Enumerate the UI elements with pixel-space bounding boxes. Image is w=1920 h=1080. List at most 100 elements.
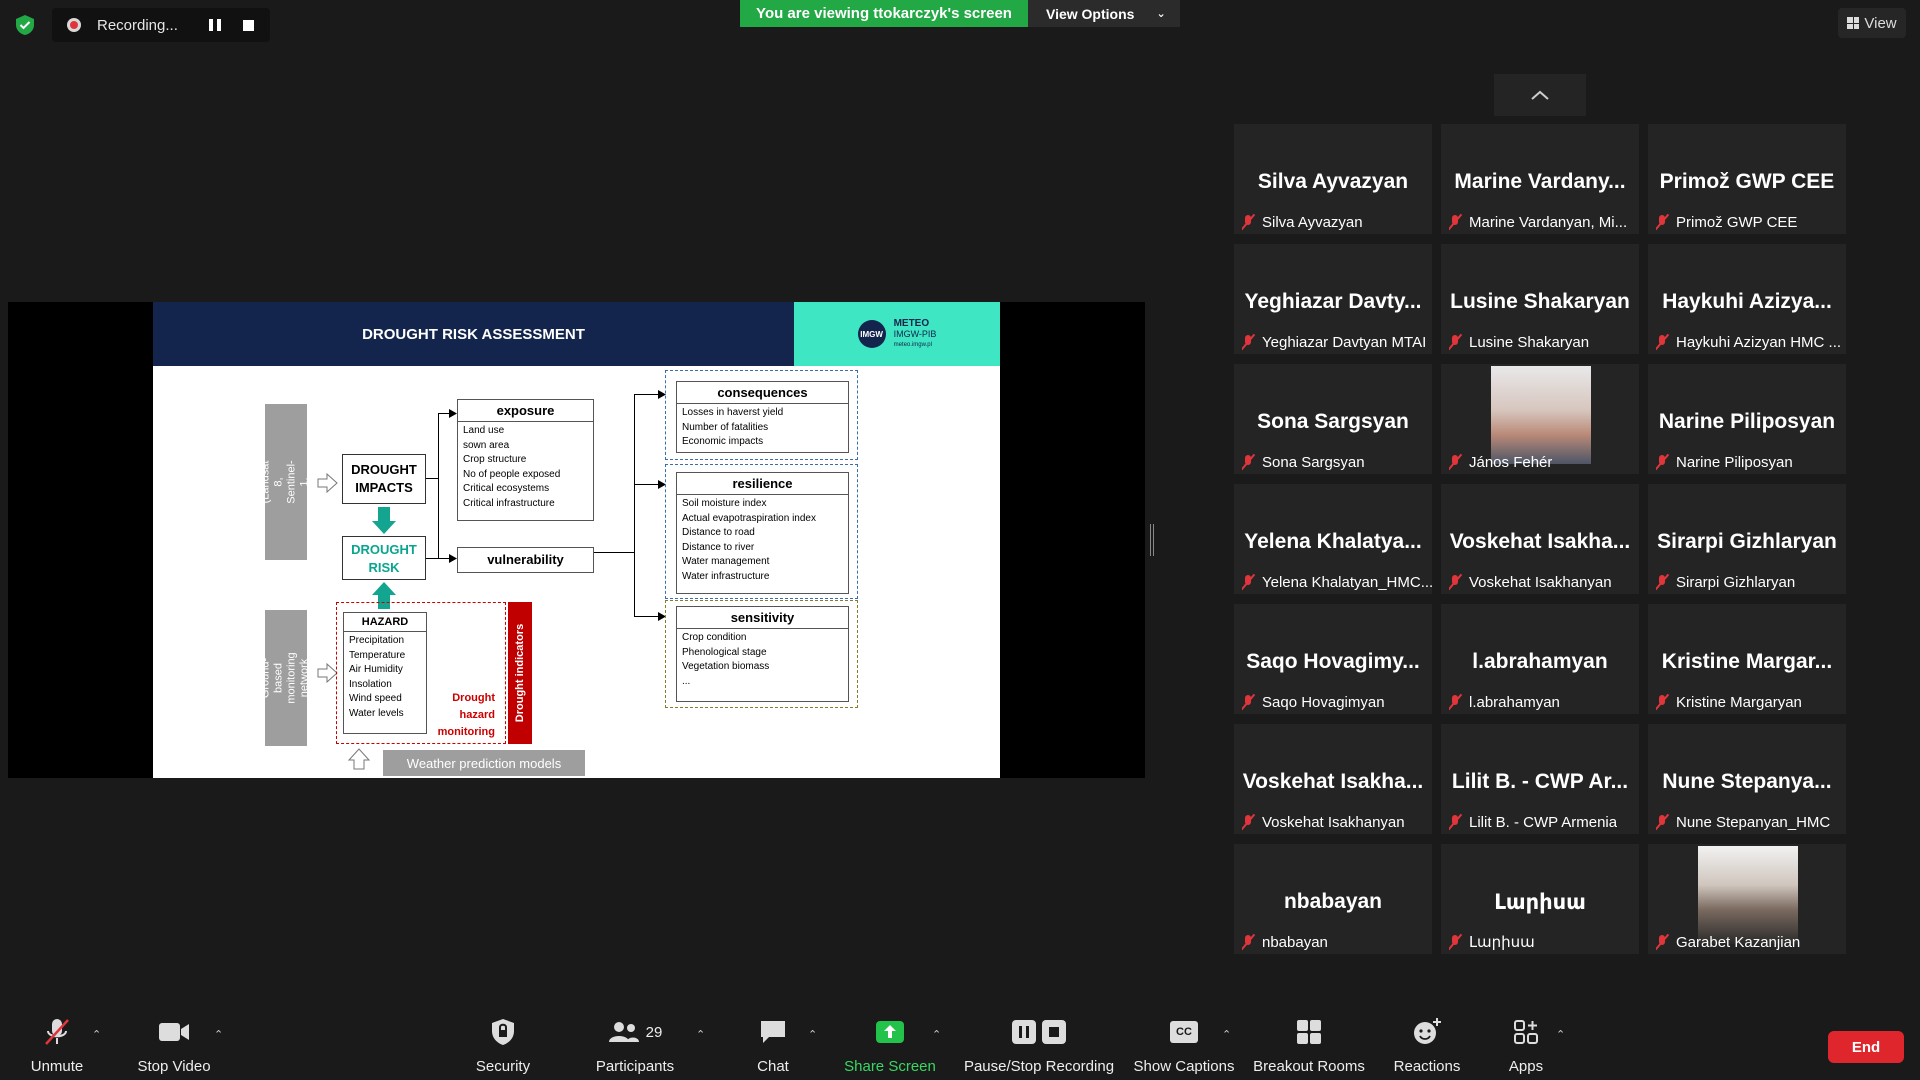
list-item: Crop structure: [463, 454, 527, 466]
participant-tile[interactable]: Lusine Shakaryan Lusine Shakaryan: [1441, 244, 1639, 354]
participant-display-name: Nune Stepanya...: [1662, 770, 1832, 793]
participant-display-name: Lusine Shakaryan: [1450, 290, 1630, 313]
video-options-caret[interactable]: ⌃: [214, 1028, 223, 1041]
participant-name-label: Voskehat Isakhanyan: [1242, 810, 1405, 834]
list-item: Phenological stage: [682, 646, 767, 658]
participant-name-label: Primož GWP CEE: [1656, 210, 1797, 234]
pause-recording-icon[interactable]: [209, 19, 221, 31]
list-item: ...: [682, 675, 691, 687]
pause-stop-recording-button[interactable]: Pause/Stop Recording: [962, 1014, 1116, 1078]
participants-options-caret[interactable]: ⌃: [696, 1028, 705, 1041]
participant-tile[interactable]: Voskehat Isakha... Voskehat Isakhanyan: [1234, 724, 1432, 834]
participant-tile[interactable]: Marine Vardany... Marine Vardanyan, Mi...: [1441, 124, 1639, 234]
view-options-label: View Options: [1046, 5, 1135, 22]
muted-mic-icon: [1449, 934, 1461, 950]
weather-prediction-models-box: Weather prediction models: [383, 750, 585, 776]
participant-name-label: Lilit B. - CWP Armenia: [1449, 810, 1617, 834]
list-item: Water management: [682, 556, 770, 568]
list-item: Soil moisture index: [682, 498, 767, 509]
presentation-slide: DROUGHT RISK ASSESSMENT IMGW METEO IMGW-…: [153, 302, 1000, 778]
list-item: sown area: [463, 439, 510, 451]
show-captions-button[interactable]: CC Show Captions: [1134, 1014, 1234, 1078]
breakout-rooms-button[interactable]: Breakout Rooms: [1253, 1014, 1365, 1078]
participant-display-name: Sona Sargsyan: [1257, 410, 1409, 433]
chat-bubble-icon: [759, 1014, 787, 1050]
list-item: Crop condition: [682, 632, 747, 643]
captions-options-caret[interactable]: ⌃: [1222, 1028, 1231, 1041]
participant-display-name: Lilit B. - CWP Ar...: [1451, 770, 1629, 793]
audio-options-caret[interactable]: ⌃: [92, 1028, 101, 1041]
muted-mic-icon: [1656, 814, 1668, 830]
apps-options-caret[interactable]: ⌃: [1556, 1028, 1565, 1041]
participant-tile[interactable]: Lilit B. - CWP Ar... Lilit B. - CWP Armen…: [1441, 724, 1639, 834]
end-meeting-button[interactable]: End: [1828, 1031, 1904, 1063]
muted-mic-icon: [1449, 574, 1461, 590]
drought-hazard-monitoring-label: Drought hazard monitoring: [437, 692, 495, 738]
hollow-arrow-right-icon: [317, 472, 338, 494]
sensitivity-box: sensitivity Crop condition Phenological s…: [676, 606, 849, 702]
unmute-button[interactable]: Unmute: [26, 1014, 88, 1078]
vulnerability-box: vulnerability: [457, 547, 594, 573]
scroll-up-button[interactable]: [1494, 74, 1586, 116]
apps-icon: [1513, 1014, 1539, 1050]
share-options-caret[interactable]: ⌃: [932, 1028, 941, 1041]
participant-display-name: Sirarpi Gizhlaryan: [1657, 530, 1837, 553]
recording-label: Recording...: [97, 16, 178, 34]
list-item: Land use: [463, 425, 505, 436]
participant-tile[interactable]: Yelena Khalatya... Yelena Khalatyan_HMC..…: [1234, 484, 1432, 594]
participant-name-label: Voskehat Isakhanyan: [1449, 570, 1612, 594]
participant-tile[interactable]: Voskehat Isakha... Voskehat Isakhanyan: [1441, 484, 1639, 594]
participant-name-label: Saqo Hovagimyan: [1242, 690, 1385, 714]
muted-mic-icon: [1656, 574, 1668, 590]
participant-tile[interactable]: Primož GWP CEE Primož GWP CEE: [1648, 124, 1846, 234]
participant-display-name: Yelena Khalatya...: [1244, 530, 1422, 553]
participant-tile[interactable]: Nune Stepanya... Nune Stepanyan_HMC: [1648, 724, 1846, 834]
participant-tile[interactable]: Haykuhi Azizya... Haykuhi Azizyan HMC ...: [1648, 244, 1846, 354]
participant-tile[interactable]: Լարիսա Լարիսա: [1441, 844, 1639, 954]
shield-check-icon[interactable]: [14, 14, 36, 36]
panel-resize-handle[interactable]: [1150, 524, 1154, 556]
participant-name-label: Yelena Khalatyan_HMC...: [1242, 570, 1432, 594]
share-screen-button[interactable]: Share Screen: [842, 1014, 938, 1078]
participant-tile[interactable]: Yeghiazar Davty... Yeghiazar Davtyan MTAI: [1234, 244, 1432, 354]
muted-mic-icon: [1449, 694, 1461, 710]
muted-mic-icon: [1242, 454, 1254, 470]
participant-tile[interactable]: nbabayan nbabayan: [1234, 844, 1432, 954]
participant-tile[interactable]: Garabet Kazanjian: [1648, 844, 1846, 954]
chat-options-caret[interactable]: ⌃: [808, 1028, 817, 1041]
participant-name-label: Marine Vardanyan, Mi...: [1449, 210, 1627, 234]
list-item: Critical ecosystems: [463, 483, 550, 495]
list-item: Critical infrastructure: [463, 497, 555, 509]
view-layout-button[interactable]: View: [1838, 8, 1906, 38]
slide-title: DROUGHT RISK ASSESSMENT: [153, 302, 794, 366]
participant-name-label: János Fehér: [1449, 450, 1552, 474]
reactions-button[interactable]: Reactions: [1392, 1014, 1462, 1078]
participant-name-label: Yeghiazar Davtyan MTAI: [1242, 330, 1426, 354]
participants-icon: 29: [608, 1014, 662, 1050]
participant-tile[interactable]: Sirarpi Gizhlaryan Sirarpi Gizhlaryan: [1648, 484, 1846, 594]
security-button[interactable]: Security: [468, 1014, 538, 1078]
participant-tile[interactable]: l.abrahamyan l.abrahamyan: [1441, 604, 1639, 714]
participant-name-label: Lusine Shakaryan: [1449, 330, 1589, 354]
resilience-box: resilience Soil moisture index Actual eva…: [676, 472, 849, 594]
participant-tile[interactable]: Kristine Margar... Kristine Margaryan: [1648, 604, 1846, 714]
muted-mic-icon: [1242, 334, 1254, 350]
participants-button[interactable]: 29 Participants: [592, 1014, 678, 1078]
participant-display-name: Silva Ayvazyan: [1257, 170, 1409, 193]
hollow-arrow-up-icon: [347, 748, 371, 770]
chevron-down-icon: ⌄: [1156, 8, 1166, 20]
participant-tile[interactable]: Sona Sargsyan Sona Sargsyan: [1234, 364, 1432, 474]
participant-tile[interactable]: Silva Ayvazyan Silva Ayvazyan: [1234, 124, 1432, 234]
stop-recording-icon[interactable]: [243, 19, 254, 31]
participant-tile[interactable]: Narine Piliposyan Narine Piliposyan: [1648, 364, 1846, 474]
muted-mic-icon: [1242, 934, 1254, 950]
participant-tile[interactable]: Saqo Hovagimy... Saqo Hovagimyan: [1234, 604, 1432, 714]
chat-button[interactable]: Chat: [750, 1014, 796, 1078]
view-options-button[interactable]: View Options ⌄: [1028, 0, 1180, 27]
participant-tile[interactable]: János Fehér: [1441, 364, 1639, 474]
list-item: Water infrastructure: [682, 570, 770, 582]
list-item: Number of fatalities: [682, 421, 769, 433]
list-item: Distance to road: [682, 527, 755, 539]
apps-button[interactable]: Apps: [1504, 1014, 1548, 1078]
stop-video-button[interactable]: Stop Video: [132, 1014, 216, 1078]
